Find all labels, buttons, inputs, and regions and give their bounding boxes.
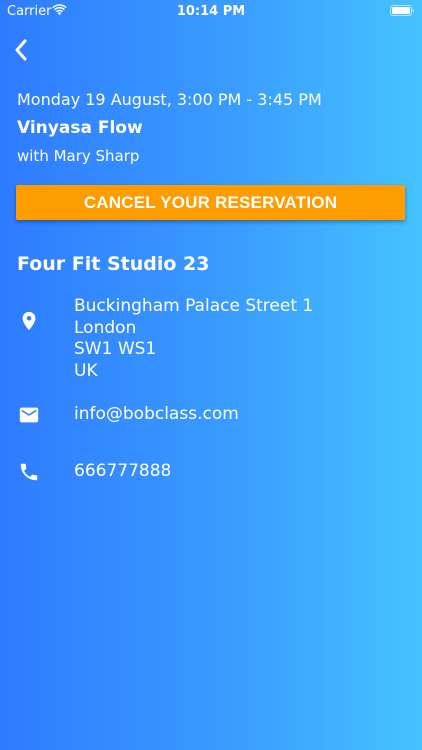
cancel-reservation-button[interactable]: CANCEL YOUR RESERVATION bbox=[16, 185, 405, 220]
chevron-left-icon bbox=[15, 39, 27, 61]
address-line: UK bbox=[74, 360, 98, 381]
studio-name: Four Fit Studio 23 bbox=[17, 253, 210, 275]
phone-link[interactable]: 666777888 bbox=[74, 461, 171, 483]
status-bar: Carrier 10:14 PM bbox=[0, 0, 422, 22]
address-line: SW1 WS1 bbox=[74, 339, 157, 359]
address-line: London bbox=[74, 317, 137, 338]
back-button[interactable] bbox=[14, 36, 44, 64]
class-date-time: Monday 19 August, 3:00 PM - 3:45 PM bbox=[17, 90, 322, 109]
phone-icon bbox=[20, 463, 38, 481]
class-name: Vinyasa Flow bbox=[17, 118, 143, 138]
instructor-label: with Mary Sharp bbox=[17, 147, 140, 165]
reservation-detail-screen: Carrier 10:14 PM Monday 19 August, 3:00 … bbox=[0, 0, 422, 750]
location-pin-icon bbox=[22, 311, 36, 331]
mail-icon bbox=[19, 407, 39, 423]
email-link[interactable]: info@bobclass.com bbox=[74, 404, 239, 426]
battery-icon bbox=[390, 5, 414, 16]
status-time: 10:14 PM bbox=[176, 4, 246, 19]
address-line: Buckingham Palace Street 1 bbox=[74, 296, 314, 316]
address-text: Buckingham Palace Street 1 London SW1 WS… bbox=[74, 296, 313, 382]
